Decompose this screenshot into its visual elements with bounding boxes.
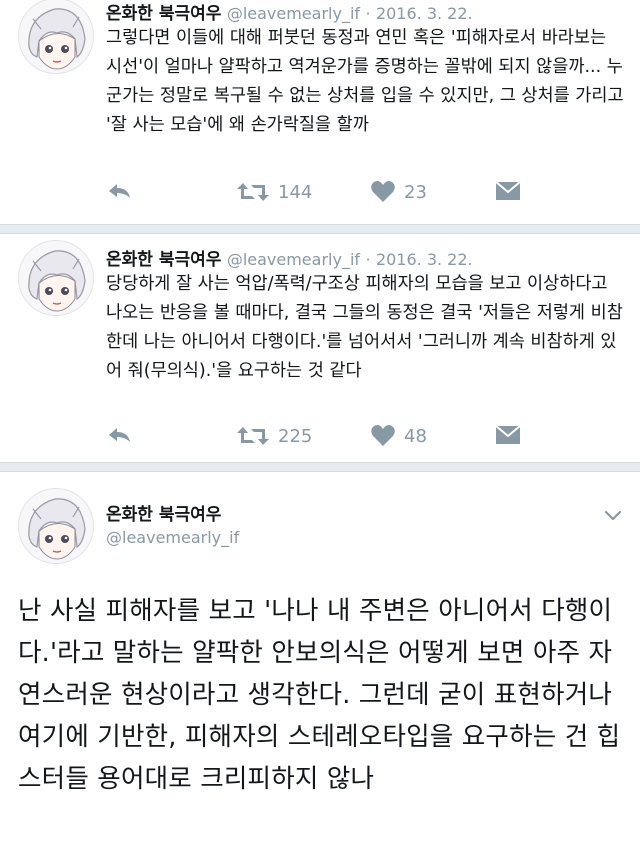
meta-separator: · — [365, 4, 371, 23]
avatar-illustration — [19, 489, 93, 563]
reply-button[interactable] — [106, 424, 132, 446]
reply-icon — [109, 184, 130, 198]
direct-message-button[interactable] — [494, 180, 522, 202]
heart-icon — [371, 425, 395, 446]
retweet-count: 144 — [278, 181, 313, 203]
display-name[interactable]: 온화한 북극여우 — [106, 4, 221, 24]
tweet-separator — [0, 462, 640, 472]
tweet-actions: 225 48 — [106, 424, 626, 454]
tweet-text: 난 사실 피해자를 보고 '나나 내 주변은 아니어서 다행이다.'라고 말하는… — [18, 596, 621, 794]
like-button[interactable]: 23 — [370, 180, 427, 204]
tweet-header: 온화한 북극여우 — [106, 500, 221, 525]
avatar-illustration — [19, 241, 93, 315]
heart-icon — [371, 181, 395, 202]
avatar-illustration — [19, 0, 93, 73]
retweet-count: 225 — [278, 425, 313, 447]
like-count: 23 — [404, 181, 427, 203]
tweet-3-detail[interactable]: 온화한 북극여우 @leavemearly_if 난 사실 피해자를 보고 '나… — [0, 472, 640, 852]
meta-separator: · — [365, 250, 371, 269]
tweet-1[interactable]: 온화한 북극여우 @leavemearly_if · 2016. 3. 22. … — [0, 0, 640, 228]
tweet-header: 온화한 북극여우 @leavemearly_if · 2016. 3. 22. — [106, 0, 473, 24]
tweet-text: 그렇다면 이들에 대해 퍼붓던 동정과 연민 혹은 '피해자로서 바라보는 시선… — [106, 28, 630, 135]
reply-button[interactable] — [106, 180, 132, 202]
timestamp[interactable]: 2016. 3. 22. — [376, 4, 473, 23]
username[interactable]: @leavemearly_if — [227, 250, 360, 269]
tweet-header: 온화한 북극여우 @leavemearly_if · 2016. 3. 22. — [106, 245, 473, 270]
timestamp[interactable]: 2016. 3. 22. — [376, 250, 473, 269]
avatar[interactable] — [18, 488, 94, 564]
envelope-icon — [495, 425, 521, 444]
direct-message-button[interactable] — [494, 424, 522, 446]
avatar[interactable] — [18, 240, 94, 316]
tweet-actions: 144 23 — [106, 180, 626, 210]
retweet-icon — [237, 427, 269, 445]
tweet-separator — [0, 224, 640, 234]
tweet-text: 당당하게 잘 사는 억압/폭력/구조상 피해자의 모습을 보고 이상하다고 나오… — [106, 274, 623, 381]
like-count: 48 — [404, 425, 427, 447]
username[interactable]: @leavemearly_if — [227, 4, 360, 23]
display-name[interactable]: 온화한 북극여우 — [106, 505, 221, 525]
like-button[interactable]: 48 — [370, 424, 427, 448]
envelope-icon — [495, 181, 521, 200]
username[interactable]: @leavemearly_if — [106, 528, 239, 547]
retweet-icon — [237, 183, 269, 201]
avatar[interactable] — [18, 0, 94, 74]
tweet-2[interactable]: 온화한 북극여우 @leavemearly_if · 2016. 3. 22. … — [0, 234, 640, 464]
chevron-down-icon[interactable] — [604, 510, 622, 522]
retweet-button[interactable]: 225 — [236, 424, 312, 448]
display-name[interactable]: 온화한 북극여우 — [106, 250, 221, 270]
retweet-button[interactable]: 144 — [236, 180, 312, 204]
reply-icon — [109, 428, 130, 442]
